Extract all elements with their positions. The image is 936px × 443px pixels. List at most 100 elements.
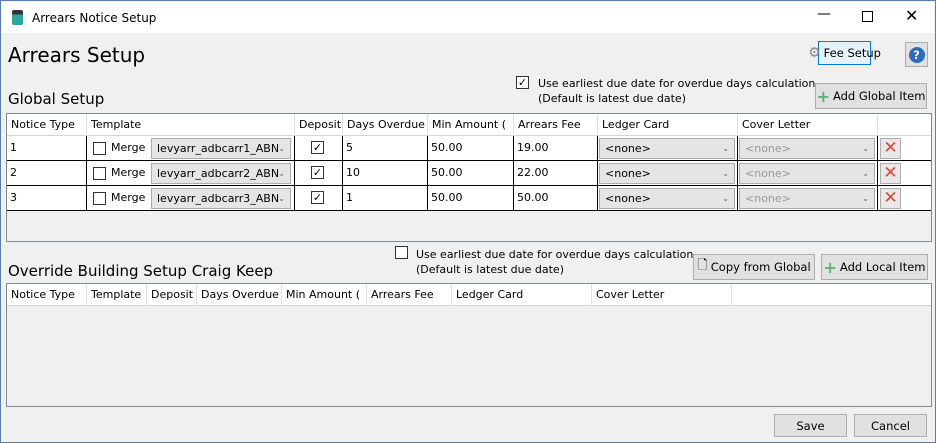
col-notice-type[interactable]: Notice Type: [7, 284, 87, 306]
cover-letter-cell: <none> ⌄: [738, 161, 878, 186]
page-title: Arrears Setup: [8, 43, 146, 67]
cover-letter-cell: <none> ⌄: [738, 136, 878, 161]
delete-row-button[interactable]: ✕: [880, 163, 901, 184]
col-ledger-card[interactable]: Ledger Card: [598, 114, 738, 136]
col-min-amount[interactable]: Min Amount (: [428, 114, 514, 136]
deposit-checkbox[interactable]: ✓: [311, 166, 324, 179]
help-button[interactable]: ?: [905, 42, 928, 67]
global-earliest-note: (Default is latest due date): [538, 92, 686, 105]
template-dropdown[interactable]: levyarr_adbcarr1_ABN ⌄: [151, 138, 291, 159]
title-bar: Arrears Notice Setup — ✕: [2, 2, 934, 33]
cancel-button[interactable]: Cancel: [854, 414, 927, 437]
global-earliest-label: Use earliest due date for overdue days c…: [538, 77, 816, 90]
dialog-window: Arrears Notice Setup — ✕ Arrears Setup ⚙…: [0, 0, 936, 443]
delete-cell: ✕: [878, 186, 931, 211]
merge-label: Merge: [111, 191, 146, 204]
chevron-down-icon: ⌄: [278, 144, 285, 153]
col-template[interactable]: Template: [87, 114, 295, 136]
ledger-card-cell: <none> ⌄: [598, 161, 738, 186]
merge-checkbox[interactable]: [93, 142, 106, 155]
ledger-card-cell: <none> ⌄: [598, 136, 738, 161]
col-notice-type[interactable]: Notice Type: [7, 114, 87, 136]
global-grid: Notice Type Template Deposit Days Overdu…: [6, 113, 932, 242]
template-dropdown[interactable]: levyarr_adbcarr3_ABN ⌄: [151, 188, 291, 209]
days-overdue-cell[interactable]: 1: [343, 186, 428, 211]
merge-label: Merge: [111, 166, 146, 179]
minimize-icon[interactable]: —: [814, 6, 834, 22]
override-earliest-checkbox[interactable]: [395, 246, 408, 259]
delete-row-button[interactable]: ✕: [880, 188, 901, 209]
min-amount-cell[interactable]: 50.00: [428, 136, 514, 161]
col-days-overdue[interactable]: Days Overdue: [343, 114, 428, 136]
template-cell: Merge levyarr_adbcarr3_ABN ⌄: [87, 186, 295, 211]
chevron-down-icon: ⌄: [722, 169, 729, 178]
maximize-icon[interactable]: [862, 11, 873, 22]
close-icon[interactable]: ✕: [905, 6, 918, 25]
chevron-down-icon: ⌄: [278, 194, 285, 203]
arrears-fee-cell[interactable]: 19.00: [514, 136, 598, 161]
copy-icon: 🗋: [697, 258, 708, 273]
col-template[interactable]: Template: [87, 284, 147, 306]
ledger-card-dropdown[interactable]: <none> ⌄: [599, 188, 735, 209]
col-ledger-card[interactable]: Ledger Card: [452, 284, 592, 306]
arrears-fee-cell[interactable]: 22.00: [514, 161, 598, 186]
save-button[interactable]: Save: [774, 414, 847, 437]
col-arrears-fee[interactable]: Arrears Fee: [514, 114, 598, 136]
notice-type-cell[interactable]: 2: [7, 161, 87, 186]
col-deposit[interactable]: Deposit: [295, 114, 343, 136]
cover-letter-cell: <none> ⌄: [738, 186, 878, 211]
col-cover-letter[interactable]: Cover Letter: [738, 114, 878, 136]
template-cell: Merge levyarr_adbcarr1_ABN ⌄: [87, 136, 295, 161]
chevron-down-icon: ⌄: [722, 144, 729, 153]
plus-icon: +: [823, 257, 837, 277]
global-setup-heading: Global Setup: [8, 90, 105, 108]
override-earliest-note: (Default is latest due date): [416, 263, 564, 276]
window-title: Arrears Notice Setup: [32, 11, 157, 25]
override-earliest-label: Use earliest due date for overdue days c…: [416, 248, 694, 261]
deposit-cell: ✓: [295, 136, 343, 161]
merge-checkbox[interactable]: [93, 167, 106, 180]
add-global-item-button[interactable]: + Add Global Item: [815, 83, 927, 109]
cover-letter-dropdown[interactable]: <none> ⌄: [739, 138, 875, 159]
notice-type-cell[interactable]: 1: [7, 136, 87, 161]
delete-row-button[interactable]: ✕: [880, 138, 901, 159]
table-row: 1 Merge levyarr_adbcarr1_ABN ⌄ ✓ 5 50.00 …: [7, 136, 931, 161]
delete-cell: ✕: [878, 161, 931, 186]
deposit-checkbox[interactable]: ✓: [311, 191, 324, 204]
col-cover-letter[interactable]: Cover Letter: [592, 284, 732, 306]
global-earliest-checkbox[interactable]: ✓: [516, 76, 529, 89]
chevron-down-icon: ⌄: [862, 194, 869, 203]
chevron-down-icon: ⌄: [862, 169, 869, 178]
help-icon: ?: [908, 46, 925, 63]
gear-icon: ⚙: [808, 45, 821, 61]
override-heading: Override Building Setup Craig Keep: [8, 262, 274, 280]
add-local-item-button[interactable]: + Add Local Item: [821, 254, 928, 280]
deposit-cell: ✓: [295, 186, 343, 211]
days-overdue-cell[interactable]: 10: [343, 161, 428, 186]
ledger-card-dropdown[interactable]: <none> ⌄: [599, 138, 735, 159]
cover-letter-dropdown[interactable]: <none> ⌄: [739, 188, 875, 209]
deposit-cell: ✓: [295, 161, 343, 186]
copy-from-global-button[interactable]: 🗋 Copy from Global: [693, 254, 815, 280]
col-arrears-fee[interactable]: Arrears Fee: [367, 284, 452, 306]
days-overdue-cell[interactable]: 5: [343, 136, 428, 161]
col-deposit[interactable]: Deposit: [147, 284, 197, 306]
deposit-checkbox[interactable]: ✓: [311, 141, 324, 154]
ledger-card-dropdown[interactable]: <none> ⌄: [599, 163, 735, 184]
notice-type-cell[interactable]: 3: [7, 186, 87, 211]
delete-cell: ✕: [878, 136, 931, 161]
min-amount-cell[interactable]: 50.00: [428, 186, 514, 211]
fee-setup-button[interactable]: ⚙ Fee Setup: [808, 41, 881, 65]
col-days-overdue[interactable]: Days Overdue: [197, 284, 282, 306]
chevron-down-icon: ⌄: [862, 144, 869, 153]
cover-letter-dropdown[interactable]: <none> ⌄: [739, 163, 875, 184]
plus-icon: +: [816, 86, 830, 106]
app-icon: [12, 10, 23, 25]
chevron-down-icon: ⌄: [278, 169, 285, 178]
arrears-fee-cell[interactable]: 50.00: [514, 186, 598, 211]
template-dropdown[interactable]: levyarr_adbcarr2_ABN ⌄: [151, 163, 291, 184]
col-min-amount[interactable]: Min Amount (: [282, 284, 367, 306]
merge-label: Merge: [111, 141, 146, 154]
min-amount-cell[interactable]: 50.00: [428, 161, 514, 186]
merge-checkbox[interactable]: [93, 192, 106, 205]
